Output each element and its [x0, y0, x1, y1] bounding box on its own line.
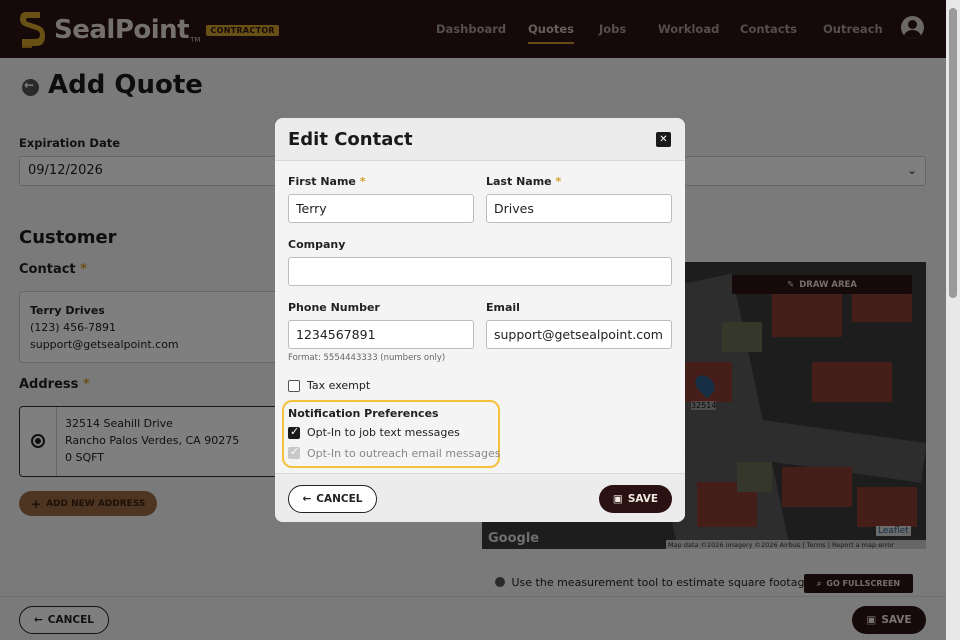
arrow-left-icon: ←: [302, 493, 312, 505]
opt-in-email-label: Opt-In to outreach email messages: [307, 447, 501, 460]
modal-save-label: SAVE: [627, 493, 659, 505]
page-scrollbar[interactable]: [946, 0, 960, 640]
modal-save-button[interactable]: ▣ SAVE: [599, 485, 672, 513]
edit-contact-modal: Edit Contact ✕ First Name * Last Name * …: [275, 118, 685, 522]
modal-header: Edit Contact ✕: [275, 118, 685, 161]
opt-in-text-checkbox[interactable]: [288, 425, 300, 439]
tax-exempt-checkbox[interactable]: [288, 380, 300, 392]
phone-number-label: Phone Number: [288, 301, 380, 314]
last-name-label: Last Name *: [486, 175, 562, 188]
last-name-input[interactable]: [486, 194, 672, 223]
modal-cancel-label: CANCEL: [316, 493, 363, 505]
opt-in-text-label[interactable]: Opt-In to job text messages: [307, 426, 460, 439]
modal-title: Edit Contact: [288, 129, 413, 150]
notification-preferences-heading: Notification Preferences: [288, 407, 439, 420]
close-icon[interactable]: ✕: [656, 132, 671, 147]
floppy-disk-icon: ▣: [612, 493, 623, 505]
phone-number-input[interactable]: [288, 320, 474, 349]
email-label: Email: [486, 301, 520, 314]
phone-format-hint: Format: 5554443333 (numbers only): [288, 353, 446, 363]
first-name-input[interactable]: [288, 194, 474, 223]
tax-exempt-label[interactable]: Tax exempt: [307, 379, 370, 392]
email-input[interactable]: [486, 320, 672, 349]
scrollbar-thumb[interactable]: [949, 8, 957, 298]
opt-in-email-checkbox: [288, 445, 300, 459]
company-label: Company: [288, 238, 346, 251]
modal-cancel-button[interactable]: ← CANCEL: [288, 485, 377, 513]
company-input[interactable]: [288, 257, 672, 286]
first-name-label: First Name *: [288, 175, 366, 188]
